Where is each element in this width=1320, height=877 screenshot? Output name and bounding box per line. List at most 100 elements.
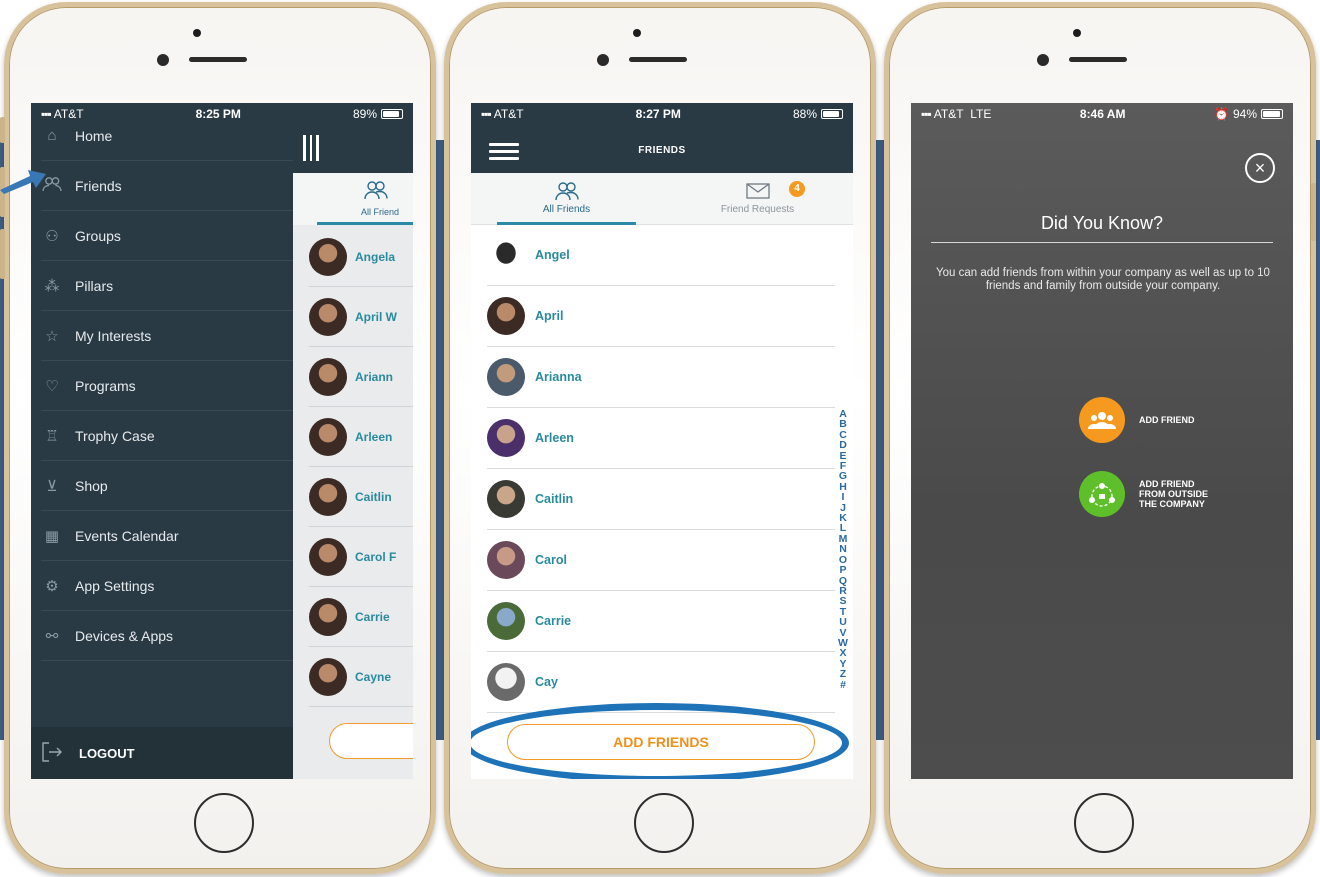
- notification-badge: 4: [789, 181, 805, 197]
- tab-friend-requests[interactable]: Friend Requests 4: [662, 173, 853, 225]
- battery-icon: [381, 109, 403, 119]
- home-button[interactable]: [634, 793, 694, 853]
- list-item[interactable]: Arianna: [487, 347, 835, 408]
- side-menu: ⌂ Home Friends ⚇ Groups ⁂ Pillars ☆ My I…: [31, 103, 293, 779]
- phone-1-screen: ⌂ Home Friends ⚇ Groups ⁂ Pillars ☆ My I…: [31, 103, 413, 779]
- menu-item-friends[interactable]: Friends: [41, 161, 293, 211]
- add-friend-action[interactable]: ADD FRIEND: [1079, 397, 1195, 443]
- list-item[interactable]: Caitlin: [487, 469, 835, 530]
- mute-switch: [0, 117, 5, 143]
- friends-icon: [364, 181, 388, 200]
- page-title: FRIENDS: [638, 145, 686, 156]
- signal-icon: ▪▪▪: [921, 107, 932, 121]
- friends-screen-behind-menu: All Friend Angela April W Ariann Arleen …: [293, 103, 413, 779]
- avatar: [487, 236, 525, 274]
- friend-name: Arianna: [535, 370, 582, 384]
- menu-item-programs[interactable]: ♡ Programs: [41, 361, 293, 411]
- friend-name: Ariann: [355, 369, 394, 384]
- add-friends-button-partial: [329, 723, 413, 759]
- phone-2-screen: FRIENDS All Friends Friend Requests 4 An…: [471, 103, 853, 779]
- list-item[interactable]: Carrie: [487, 591, 835, 652]
- menu-item-label: Groups: [75, 227, 121, 244]
- alphabet-index-letter[interactable]: #: [837, 679, 849, 690]
- menu-item-label: Friends: [75, 177, 122, 194]
- calendar-icon: ▦: [44, 527, 60, 545]
- hamburger-icon: [303, 135, 320, 161]
- link-icon: ⚯: [45, 627, 59, 645]
- add-friend-outside-action[interactable]: ADD FRIEND FROM OUTSIDE THE COMPANY: [1079, 471, 1208, 517]
- friend-name: Angel: [535, 248, 570, 262]
- list-item: Ariann: [309, 347, 413, 407]
- friend-name: April: [535, 309, 564, 323]
- status-bar: ▪▪▪ AT&T LTE 8:46 AM ⏰ 94%: [911, 103, 1293, 125]
- menu-item-events-calendar[interactable]: ▦ Events Calendar: [41, 511, 293, 561]
- tab-label: Friend Requests: [720, 204, 795, 215]
- menu-item-groups[interactable]: ⚇ Groups: [41, 211, 293, 261]
- clock: 8:25 PM: [195, 107, 241, 121]
- list-item: Carol F: [309, 527, 413, 587]
- front-sensor: [1073, 29, 1081, 37]
- menu-item-label: Programs: [75, 377, 136, 394]
- list-item[interactable]: Arleen: [487, 408, 835, 469]
- tab-all-friends[interactable]: All Friends: [471, 173, 662, 225]
- logout-button[interactable]: LOGOUT: [31, 727, 293, 779]
- action-label: ADD FRIEND: [1139, 415, 1195, 425]
- clock: 8:27 PM: [635, 107, 681, 121]
- menu-item-my-interests[interactable]: ☆ My Interests: [41, 311, 293, 361]
- home-button[interactable]: [1074, 793, 1134, 853]
- list-item[interactable]: April: [487, 286, 835, 347]
- list-item: Caitlin: [309, 467, 413, 527]
- home-icon: ⌂: [47, 127, 57, 144]
- alphabet-index[interactable]: A B C D E F G H I J K L M N O P Q R S T U V W X Y Z #: [837, 409, 849, 690]
- menu-item-shop[interactable]: ⊻ Shop: [41, 461, 293, 511]
- pillars-icon: ⁂: [44, 277, 60, 295]
- menu-item-app-settings[interactable]: ⚙ App Settings: [41, 561, 293, 611]
- list-item: Arleen: [309, 407, 413, 467]
- avatar: [309, 357, 347, 396]
- action-label: ADD FRIEND FROM OUTSIDE THE COMPANY: [1139, 479, 1208, 509]
- avatar: [487, 663, 525, 701]
- friend-name: Carol F: [355, 549, 397, 564]
- front-camera: [597, 54, 609, 66]
- battery-level: [383, 111, 399, 117]
- groups-icon: ⚇: [45, 227, 59, 245]
- friend-name: Cayne: [355, 669, 392, 684]
- menu-item-pillars[interactable]: ⁂ Pillars: [41, 261, 293, 311]
- avatar: [309, 477, 347, 516]
- home-button[interactable]: [194, 793, 254, 853]
- close-icon[interactable]: ×: [1245, 153, 1275, 183]
- alphabet-index-letter[interactable]: P: [837, 565, 849, 576]
- status-bar: ▪▪▪ AT&T 8:25 PM 89%: [31, 103, 413, 125]
- avatar: [487, 480, 525, 518]
- phone-2: FRIENDS All Friends Friend Requests 4 An…: [444, 2, 876, 874]
- list-item[interactable]: Angel: [487, 225, 835, 286]
- menu-item-devices-apps[interactable]: ⚯ Devices & Apps: [41, 611, 293, 661]
- battery-level: [1263, 111, 1280, 117]
- alphabet-index-letter[interactable]: Z: [837, 669, 849, 680]
- earpiece-speaker: [629, 57, 687, 62]
- menu-item-label: App Settings: [75, 577, 155, 594]
- dialog-body: You can add friends from within your com…: [936, 267, 1270, 292]
- friend-name: Caitlin: [535, 492, 574, 506]
- friend-name: Arleen: [535, 431, 574, 445]
- battery: 88%: [793, 107, 843, 121]
- menu-item-trophy-case[interactable]: ♖ Trophy Case: [41, 411, 293, 461]
- logout-label: LOGOUT: [79, 745, 135, 761]
- avatar: [309, 417, 347, 456]
- phone-3-screen: × Did You Know? You can add friends from…: [911, 103, 1293, 779]
- signal-icon: ▪▪▪: [41, 107, 52, 121]
- avatar: [309, 297, 347, 336]
- menu-item-label: My Interests: [75, 327, 152, 344]
- earpiece-speaker: [189, 57, 247, 62]
- menu-item-label: Events Calendar: [75, 527, 179, 544]
- battery-icon: [1261, 109, 1283, 119]
- menu-item-label: Pillars: [75, 277, 114, 294]
- list-item[interactable]: Carol: [487, 530, 835, 591]
- friends-tabs: All Friends Friend Requests 4: [471, 173, 853, 225]
- battery-level: [823, 111, 839, 117]
- avatar: [487, 419, 525, 457]
- list-item: Angela: [309, 227, 413, 287]
- behind-tab-label: All Friend: [361, 207, 400, 217]
- menu-item-label: Shop: [75, 477, 108, 494]
- alphabet-index-letter[interactable]: U: [837, 617, 849, 628]
